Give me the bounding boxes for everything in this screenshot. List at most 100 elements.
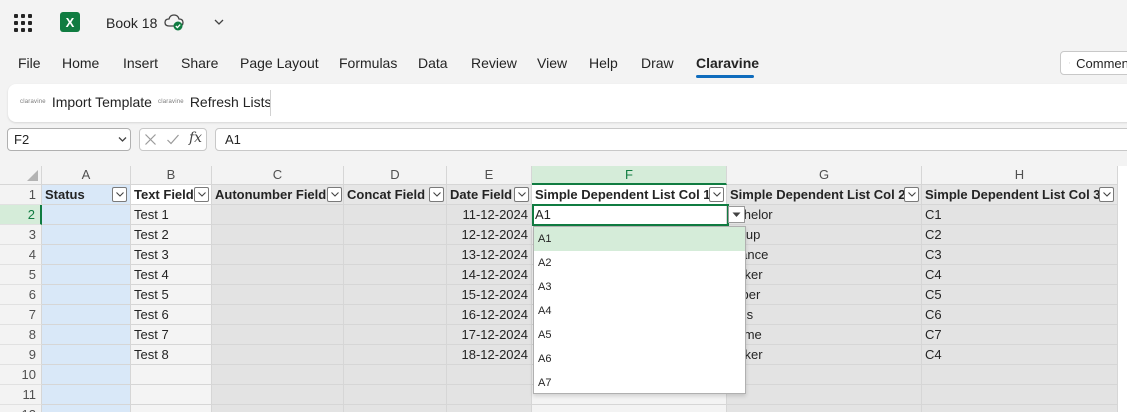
grid-cell[interactable]: C3 [922, 245, 1118, 265]
grid-cell[interactable]: Test 6 [131, 305, 212, 325]
chevron-down-icon[interactable] [118, 136, 127, 143]
grid-cell[interactable] [344, 405, 447, 412]
grid-cell[interactable]: anker [727, 265, 922, 285]
menu-share[interactable]: Share [181, 55, 218, 71]
grid-cell[interactable] [922, 405, 1118, 412]
dropdown-option[interactable]: A6 [534, 347, 745, 371]
filter-button-b[interactable] [194, 187, 209, 202]
chevron-down-icon[interactable] [213, 17, 225, 27]
row-header-6[interactable]: 6 [0, 285, 42, 305]
grid-cell[interactable]: 14-12-2024 [447, 265, 532, 285]
insert-function-icon[interactable]: fx [189, 130, 202, 146]
grid-cell[interactable]: 12-12-2024 [447, 225, 532, 245]
row-header-10[interactable]: 10 [0, 365, 42, 385]
grid-cell[interactable] [131, 405, 212, 412]
filter-button-c[interactable] [327, 187, 342, 202]
grid-cell[interactable] [212, 265, 344, 285]
grid-cell[interactable] [344, 265, 447, 285]
row-header-5[interactable]: 5 [0, 265, 42, 285]
row-header-8[interactable]: 8 [0, 325, 42, 345]
filter-button-f[interactable] [709, 187, 724, 202]
column-header-e[interactable]: E [447, 166, 532, 185]
grid-cell[interactable] [447, 405, 532, 412]
grid-cell[interactable] [344, 305, 447, 325]
dropdown-option[interactable]: A7 [534, 371, 745, 395]
menu-data[interactable]: Data [418, 55, 448, 71]
grid-cell[interactable]: Test 4 [131, 265, 212, 285]
grid-cell[interactable] [212, 325, 344, 345]
grid-cell[interactable]: arber [727, 285, 922, 305]
app-launcher-icon[interactable] [14, 14, 32, 32]
comments-button[interactable]: Comments [1060, 51, 1127, 75]
refresh-lists-button[interactable]: claravine Refresh Lists [158, 94, 272, 110]
grid-cell[interactable] [212, 345, 344, 365]
name-box[interactable]: F2 [7, 128, 131, 151]
row-header-9[interactable]: 9 [0, 345, 42, 365]
grid-cell[interactable] [344, 325, 447, 345]
grid-cell[interactable] [42, 285, 131, 305]
grid-cell[interactable]: C4 [922, 345, 1118, 365]
grid-cell[interactable]: Test 3 [131, 245, 212, 265]
check-icon[interactable] [166, 133, 180, 146]
menu-formulas[interactable]: Formulas [339, 55, 397, 71]
grid-cell[interactable] [344, 285, 447, 305]
grid-cell[interactable] [922, 385, 1118, 405]
table-header-cell[interactable]: Autonumber Field [212, 185, 344, 205]
grid-cell[interactable] [212, 305, 344, 325]
grid-cell[interactable] [344, 205, 447, 225]
grid-cell[interactable] [922, 365, 1118, 385]
column-header-f[interactable]: F [532, 166, 727, 185]
workbook-title[interactable]: Book 18 [106, 15, 157, 31]
grid-cell[interactable]: 18-12-2024 [447, 345, 532, 365]
menu-draw[interactable]: Draw [641, 55, 674, 71]
list-dropdown-button[interactable] [728, 206, 745, 223]
grid-cell[interactable] [42, 325, 131, 345]
menu-insert[interactable]: Insert [123, 55, 158, 71]
dropdown-option[interactable]: A3 [534, 275, 745, 299]
grid-cell[interactable] [42, 365, 131, 385]
filter-button-d[interactable] [429, 187, 444, 202]
grid-cell[interactable]: 11-12-2024 [447, 205, 532, 225]
menu-review[interactable]: Review [471, 55, 517, 71]
grid-cell[interactable] [727, 405, 922, 412]
dropdown-option[interactable]: A5 [534, 323, 745, 347]
grid-cell[interactable] [42, 225, 131, 245]
grid-cell[interactable]: Test 1 [131, 205, 212, 225]
menu-home[interactable]: Home [62, 55, 99, 71]
grid-cell[interactable]: come [727, 325, 922, 345]
grid-cell[interactable] [727, 365, 922, 385]
grid-cell[interactable]: asis [727, 305, 922, 325]
grid-cell[interactable] [42, 405, 131, 412]
grid-cell[interactable]: 16-12-2024 [447, 305, 532, 325]
grid-cell[interactable] [42, 345, 131, 365]
grid-cell[interactable] [344, 385, 447, 405]
grid-cell[interactable]: Test 2 [131, 225, 212, 245]
import-template-button[interactable]: claravine Import Template [20, 94, 152, 110]
menu-help[interactable]: Help [589, 55, 618, 71]
grid-cell[interactable]: anker [727, 345, 922, 365]
menu-file[interactable]: File [18, 55, 41, 71]
column-header-a[interactable]: A [42, 166, 131, 185]
active-cell-f2[interactable] [532, 204, 729, 226]
row-header-3[interactable]: 3 [0, 225, 42, 245]
grid-cell[interactable] [42, 385, 131, 405]
grid-cell[interactable]: 15-12-2024 [447, 285, 532, 305]
menu-claravine[interactable]: Claravine [696, 55, 759, 71]
grid-cell[interactable] [131, 365, 212, 385]
column-header-b[interactable]: B [131, 166, 212, 185]
select-all-corner[interactable] [0, 166, 42, 185]
grid-cell[interactable]: C7 [922, 325, 1118, 345]
filter-button-g[interactable] [904, 187, 919, 202]
grid-cell[interactable] [212, 405, 344, 412]
grid-cell[interactable] [212, 285, 344, 305]
row-header-1[interactable]: 1 [0, 185, 42, 205]
grid-cell[interactable]: C4 [922, 265, 1118, 285]
grid-cell[interactable] [532, 405, 727, 412]
grid-cell[interactable] [212, 205, 344, 225]
menu-view[interactable]: View [537, 55, 567, 71]
grid-cell[interactable] [447, 385, 532, 405]
column-header-d[interactable]: D [344, 166, 447, 185]
row-header-2[interactable]: 2 [0, 205, 42, 225]
grid-cell[interactable]: C1 [922, 205, 1118, 225]
grid-cell[interactable]: Test 8 [131, 345, 212, 365]
